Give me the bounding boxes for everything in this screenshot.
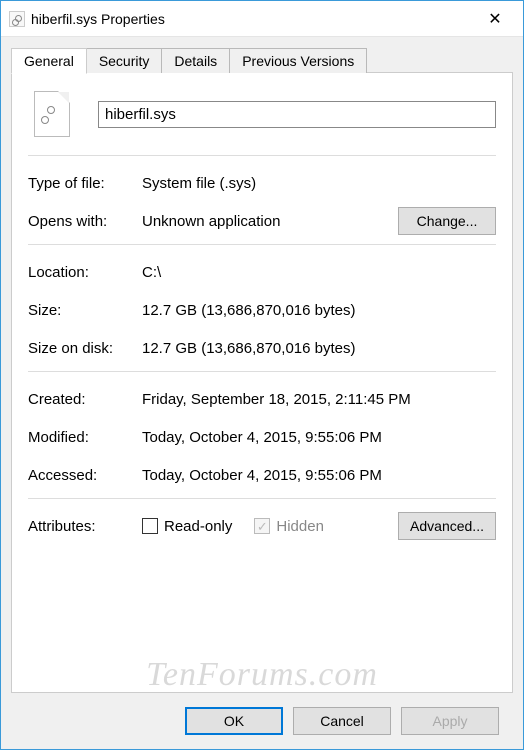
row-attributes: Attributes: Read-only ✓ Hidden Advanced.… [28,511,496,541]
label-modified: Modified: [28,429,142,446]
separator [28,498,496,499]
client-area: General Security Details Previous Versio… [1,37,523,749]
row-location: Location: C:\ [28,257,496,287]
label-size: Size: [28,302,142,319]
ok-button[interactable]: OK [185,707,283,735]
close-button[interactable]: ✕ [475,1,515,37]
filename-field[interactable] [98,101,496,128]
label-attributes: Attributes: [28,518,142,535]
row-created: Created: Friday, September 18, 2015, 2:1… [28,384,496,414]
hidden-label: Hidden [276,518,324,535]
properties-dialog: hiberfil.sys Properties ✕ General Securi… [0,0,524,750]
value-location: C:\ [142,264,496,281]
tab-details[interactable]: Details [161,48,230,73]
window-title: hiberfil.sys Properties [31,11,475,27]
tab-panel-general: Type of file: System file (.sys) Opens w… [11,72,513,693]
tab-previous-versions[interactable]: Previous Versions [229,48,367,73]
row-accessed: Accessed: Today, October 4, 2015, 9:55:0… [28,460,496,490]
separator [28,155,496,156]
value-size: 12.7 GB (13,686,870,016 bytes) [142,302,496,319]
tab-security[interactable]: Security [86,48,163,73]
row-opens-with: Opens with: Unknown application Change..… [28,206,496,236]
advanced-button[interactable]: Advanced... [398,512,496,540]
label-created: Created: [28,391,142,408]
tab-general[interactable]: General [11,48,87,74]
file-icon [34,91,70,137]
label-accessed: Accessed: [28,467,142,484]
titlebar-icon [9,11,25,27]
label-opens-with: Opens with: [28,213,142,230]
row-size: Size: 12.7 GB (13,686,870,016 bytes) [28,295,496,325]
apply-button: Apply [401,707,499,735]
separator [28,371,496,372]
label-size-on-disk: Size on disk: [28,340,142,357]
value-size-on-disk: 12.7 GB (13,686,870,016 bytes) [142,340,496,357]
readonly-label: Read-only [164,518,232,535]
value-opens-with: Unknown application [142,213,398,230]
readonly-checkbox[interactable] [142,518,158,534]
value-accessed: Today, October 4, 2015, 9:55:06 PM [142,467,496,484]
value-type: System file (.sys) [142,175,496,192]
change-button[interactable]: Change... [398,207,496,235]
value-created: Friday, September 18, 2015, 2:11:45 PM [142,391,496,408]
row-size-on-disk: Size on disk: 12.7 GB (13,686,870,016 by… [28,333,496,363]
label-location: Location: [28,264,142,281]
titlebar: hiberfil.sys Properties ✕ [1,1,523,37]
separator [28,244,496,245]
filename-row [28,91,496,137]
row-modified: Modified: Today, October 4, 2015, 9:55:0… [28,422,496,452]
row-type: Type of file: System file (.sys) [28,168,496,198]
dialog-footer: OK Cancel Apply [11,693,513,749]
value-modified: Today, October 4, 2015, 9:55:06 PM [142,429,496,446]
tab-strip: General Security Details Previous Versio… [11,48,513,73]
hidden-checkbox: ✓ [254,518,270,534]
label-type: Type of file: [28,175,142,192]
cancel-button[interactable]: Cancel [293,707,391,735]
